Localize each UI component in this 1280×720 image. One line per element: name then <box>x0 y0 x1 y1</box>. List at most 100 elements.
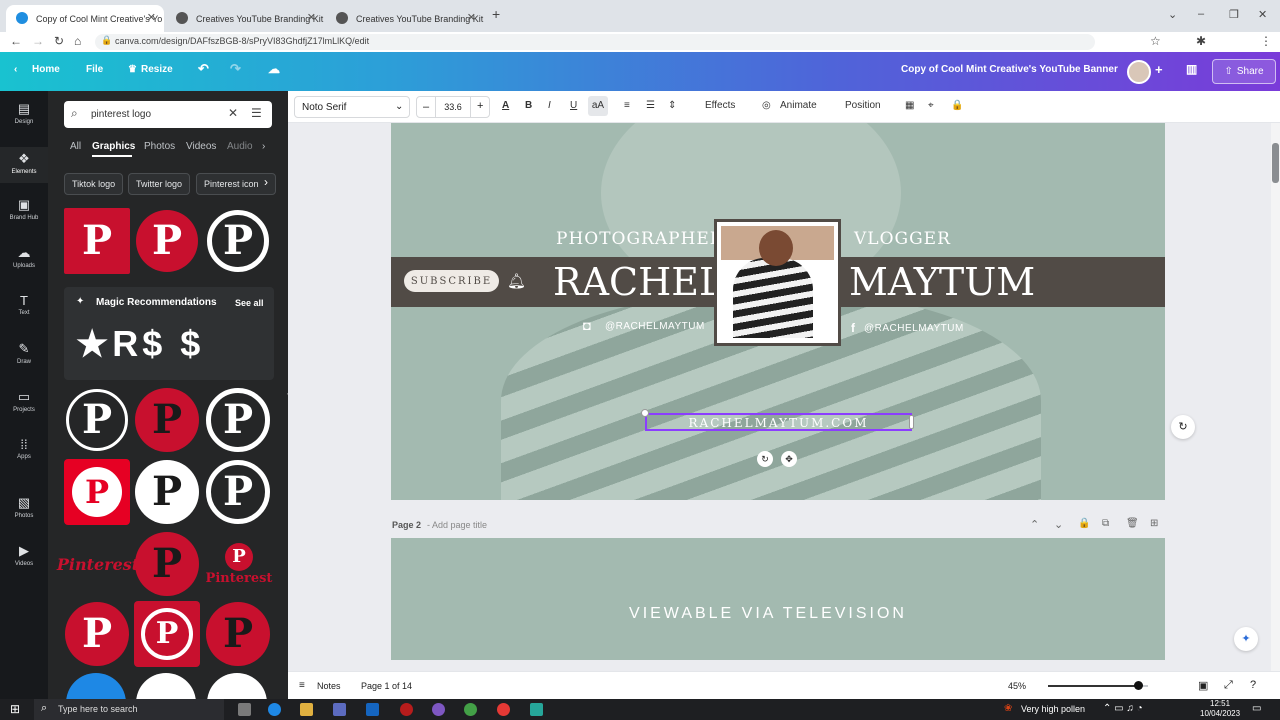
pinterest-logo-graphic[interactable]: P <box>134 601 200 667</box>
zoom-slider-knob[interactable] <box>1134 681 1143 690</box>
bold-icon[interactable]: B <box>525 100 532 111</box>
chrome-icon[interactable] <box>497 703 510 716</box>
lock-icon[interactable]: 🔒 <box>951 100 963 111</box>
add-page-icon[interactable]: ⊞ <box>1150 518 1158 529</box>
vlogger-text[interactable]: VLOGGER <box>854 229 951 249</box>
scrollbar-thumb[interactable] <box>1272 143 1279 183</box>
user-avatar[interactable] <box>1127 60 1151 84</box>
pinterest-logo-graphic[interactable]: P <box>64 459 130 525</box>
move-page-down-icon[interactable]: ⌄ <box>1054 518 1063 531</box>
fullscreen-icon[interactable]: ⤢ <box>1224 679 1233 692</box>
font-size-value[interactable]: 33.6 <box>435 97 471 117</box>
tabs-scroll-right-icon[interactable]: › <box>262 141 265 152</box>
add-collaborator-icon[interactable]: + <box>1155 62 1163 77</box>
rail-apps[interactable]: ⁞⁞ Apps <box>0 437 48 460</box>
tab-photos[interactable]: Photos <box>144 141 175 152</box>
pinterest-logo-graphic[interactable]: P <box>205 459 271 525</box>
pinterest-logo-graphic[interactable]: P <box>134 387 200 453</box>
resize-button[interactable]: Resize <box>141 64 173 75</box>
graphic-thumbnail-partial[interactable] <box>136 673 196 699</box>
effects-button[interactable]: Effects <box>705 100 735 111</box>
position-button[interactable]: Position <box>845 100 881 111</box>
add-page-title[interactable]: - Add page title <box>427 520 487 530</box>
home-chevron-icon[interactable]: ‹ <box>14 64 17 75</box>
rail-brand-hub[interactable]: ▣ Brand Hub <box>0 197 48 221</box>
move-page-up-icon[interactable]: ⌃ <box>1030 518 1039 531</box>
lock-page-icon[interactable]: 🔒 <box>1078 518 1090 529</box>
app-icon[interactable] <box>333 703 346 716</box>
list-icon[interactable]: ☰ <box>646 100 655 111</box>
rail-projects[interactable]: ▭ Projects <box>0 389 48 413</box>
help-icon[interactable]: ? <box>1250 679 1256 691</box>
app-icon[interactable] <box>530 703 543 716</box>
file-explorer-icon[interactable] <box>300 703 313 716</box>
back-icon[interactable]: ← <box>10 34 22 48</box>
first-name-text[interactable]: RACHEL <box>553 260 724 304</box>
tab-videos[interactable]: Videos <box>186 141 216 152</box>
pinterest-logo-graphic[interactable]: P <box>64 208 130 274</box>
home-button[interactable]: Home <box>32 64 60 75</box>
design-page-2[interactable]: VIEWABLE VIA TELEVISION <box>391 538 1165 660</box>
delete-page-icon[interactable]: 🗑 <box>1126 518 1139 529</box>
pinterest-logo-graphic[interactable]: P <box>205 387 271 453</box>
graphic-thumbnail-partial[interactable] <box>207 673 267 699</box>
pinterest-logo-graphic[interactable]: P <box>205 601 271 667</box>
close-window-icon[interactable]: ✕ <box>1258 8 1267 21</box>
clock[interactable]: 12:51 10/04/2023 <box>1200 699 1240 719</box>
redo-icon[interactable]: ↷ <box>230 61 241 77</box>
magic-assistant-icon[interactable]: ✦ <box>1234 627 1258 651</box>
zoom-value[interactable]: 45% <box>1008 681 1026 691</box>
share-button[interactable]: ⇧ Share <box>1212 59 1276 84</box>
letter-case-icon[interactable]: aA <box>588 96 608 116</box>
rail-photos[interactable]: ▧ Photos <box>0 495 48 519</box>
photographer-text[interactable]: PHOTOGRAPHER <box>556 229 724 249</box>
notifications-icon[interactable]: ▭ <box>1252 703 1261 714</box>
instagram-handle[interactable]: @RACHELMAYTUM <box>605 321 705 332</box>
tab-all[interactable]: All <box>70 141 81 152</box>
clear-search-icon[interactable]: ✕ <box>228 106 238 120</box>
font-family-select[interactable]: Noto Serif ⌄ <box>294 96 410 118</box>
url-field[interactable]: 🔒 canva.com/design/DAFfszBGB-8/sPryVI83G… <box>95 34 1095 50</box>
close-tab-icon[interactable]: ✕ <box>147 11 156 24</box>
browser-tab[interactable]: Creatives YouTube Branding Kit ✕ <box>166 5 324 32</box>
document-title[interactable]: Copy of Cool Mint Creative's YouTube Ban… <box>901 64 1118 75</box>
pinterest-logo-graphic[interactable]: P <box>134 531 200 597</box>
facebook-handle[interactable]: @RACHELMAYTUM <box>864 323 964 334</box>
minimize-icon[interactable]: – <box>1198 8 1204 20</box>
animate-button[interactable]: Animate <box>780 100 817 111</box>
pinterest-logo-graphic[interactable]: P <box>205 208 271 274</box>
cloud-save-icon[interactable]: ☁ <box>268 62 280 76</box>
close-tab-icon[interactable]: ✕ <box>307 11 316 24</box>
page-indicator[interactable]: Page 1 of 14 <box>361 681 412 691</box>
weather-text[interactable]: Very high pollen <box>1021 704 1085 714</box>
notes-button[interactable]: Notes <box>317 681 341 691</box>
profile-photo-frame[interactable] <box>714 219 841 346</box>
subscribe-button[interactable]: SUBSCRIBE <box>404 270 499 292</box>
resize-handle[interactable] <box>909 415 914 429</box>
browser-tab[interactable]: Creatives YouTube Branding Kit ✕ <box>326 5 484 32</box>
font-size-stepper[interactable]: – 33.6 + <box>416 96 490 118</box>
rail-draw[interactable]: ✎ Draw <box>0 341 48 365</box>
maximize-icon[interactable]: ❐ <box>1229 8 1239 21</box>
see-all-link[interactable]: See all <box>235 298 264 308</box>
filter-icon[interactable]: ☰ <box>251 106 262 120</box>
increase-size-icon[interactable]: + <box>477 100 483 112</box>
text-color-icon[interactable]: A <box>502 100 509 111</box>
instagram-icon[interactable]: ◘ <box>583 318 591 333</box>
bell-icon[interactable]: 🔔︎ <box>507 272 526 290</box>
refresh-suggestion-icon[interactable]: ↻ <box>1171 415 1195 439</box>
file-menu-button[interactable]: File <box>86 64 103 75</box>
home-icon[interactable]: ⌂ <box>74 34 81 48</box>
taskbar-search[interactable]: ⌕ Type here to search <box>34 699 224 720</box>
rail-text[interactable]: T Text <box>0 293 48 316</box>
italic-icon[interactable]: I <box>548 100 551 111</box>
forward-icon[interactable]: → <box>32 34 44 48</box>
rail-design[interactable]: ▤ Design <box>0 101 48 125</box>
app-icon[interactable] <box>366 703 379 716</box>
chrome-menu-icon[interactable]: ⋮ <box>1260 34 1272 48</box>
tab-audio[interactable]: Audio <box>227 141 253 152</box>
spacing-icon[interactable]: ⇕ <box>668 100 676 111</box>
canvas-scrollbar[interactable] <box>1271 123 1280 671</box>
new-tab-icon[interactable]: + <box>492 6 500 22</box>
duplicate-page-icon[interactable]: ⧉ <box>1102 518 1109 529</box>
